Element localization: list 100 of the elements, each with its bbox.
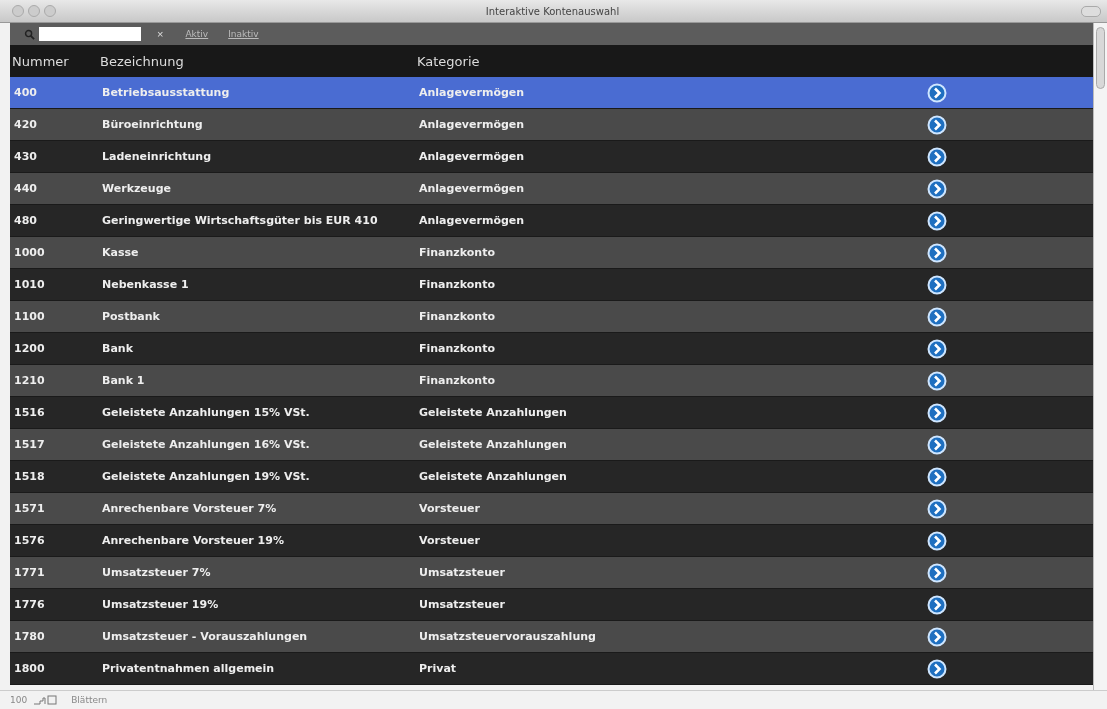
chevron-right-icon[interactable]: [927, 594, 947, 615]
account-name: Umsatzsteuer 19%: [102, 598, 220, 611]
chevron-right-icon[interactable]: [927, 466, 947, 487]
account-number: 420: [13, 118, 38, 131]
column-header[interactable]: Bezeichnung: [100, 53, 417, 69]
view-mode-icon[interactable]: [33, 695, 58, 705]
table-row[interactable]: 1780 Umsatzsteuer - Vorauszahlungen Umsatzsteuervorauszahlung: [10, 621, 1093, 653]
table-row[interactable]: 1776 Umsatzsteuer 19% Umsatzsteuer: [10, 589, 1093, 621]
account-name: Umsatzsteuer - Vorauszahlungen: [102, 630, 309, 643]
table-row[interactable]: 400 Betriebsausstattung Anlagevermögen: [10, 77, 1093, 109]
account-name: Ladeneinrichtung: [102, 150, 212, 163]
search-icon: [24, 28, 35, 40]
account-number: 1800: [13, 662, 46, 675]
account-category: Privat: [419, 662, 458, 675]
column-header[interactable]: Kategorie: [417, 53, 717, 69]
account-name: Werkzeuge: [102, 182, 172, 195]
window-title: Interaktive Kontenauswahl: [484, 5, 621, 17]
account-name: Geleistete Anzahlungen 19% VSt.: [102, 470, 311, 483]
account-category: Finanzkonto: [419, 310, 496, 323]
table-row[interactable]: 480 Geringwertige Wirtschaftsgüter bis EUR 410 Anlagevermögen: [10, 205, 1093, 237]
toolbar-toggle-button[interactable]: [1081, 5, 1101, 17]
account-category: Umsatzsteuervorauszahlung: [419, 630, 597, 643]
account-category: Geleistete Anzahlungen: [419, 470, 568, 483]
account-name: Büroeinrichtung: [102, 118, 204, 131]
table-row[interactable]: 1010 Nebenkasse 1 Finanzkonto: [10, 269, 1093, 301]
account-name: Bank 1: [102, 374, 146, 387]
table-row[interactable]: 1517 Geleistete Anzahlungen 16% VSt. Geleistete Anzahlungen: [10, 429, 1093, 461]
chevron-right-icon[interactable]: [927, 242, 947, 263]
table-row[interactable]: 1571 Anrechenbare Vorsteuer 7% Vorsteuer: [10, 493, 1093, 525]
account-category: Anlagevermögen: [419, 118, 526, 131]
account-name: Postbank: [102, 310, 161, 323]
chevron-right-icon[interactable]: [927, 498, 947, 519]
table-row[interactable]: 1200 Bank Finanzkonto: [10, 333, 1093, 365]
account-number: 400: [13, 86, 38, 99]
chevron-right-icon[interactable]: [927, 530, 947, 551]
column-header[interactable]: Nummer: [10, 53, 100, 69]
table-row[interactable]: 1771 Umsatzsteuer 7% Umsatzsteuer: [10, 557, 1093, 589]
account-number: 1518: [13, 470, 46, 483]
account-number: 1010: [13, 278, 46, 291]
table-row[interactable]: 420 Büroeinrichtung Anlagevermögen: [10, 109, 1093, 141]
account-number: 1576: [13, 534, 46, 547]
account-category: Anlagevermögen: [419, 86, 526, 99]
chevron-right-icon[interactable]: [927, 370, 947, 391]
account-number: 1210: [13, 374, 46, 387]
account-category: Finanzkonto: [419, 374, 496, 387]
chevron-right-icon[interactable]: [927, 210, 947, 231]
chevron-right-icon[interactable]: [927, 434, 947, 455]
filter-link[interactable]: Aktiv: [185, 29, 209, 39]
scrollbar[interactable]: [1093, 23, 1107, 690]
account-category: Anlagevermögen: [419, 214, 526, 227]
chevron-right-icon[interactable]: [927, 178, 947, 199]
account-name: Umsatzsteuer 7%: [102, 566, 212, 579]
chevron-right-icon[interactable]: [927, 402, 947, 423]
table-row[interactable]: 430 Ladeneinrichtung Anlagevermögen: [10, 141, 1093, 173]
filter-link[interactable]: Inaktiv: [228, 29, 259, 39]
chevron-right-icon[interactable]: [927, 626, 947, 647]
chevron-right-icon[interactable]: [927, 338, 947, 359]
account-number: 1516: [13, 406, 46, 419]
account-name: Anrechenbare Vorsteuer 19%: [102, 534, 285, 547]
table-row[interactable]: 1518 Geleistete Anzahlungen 19% VSt. Geleistete Anzahlungen: [10, 461, 1093, 493]
table-row[interactable]: 440 Werkzeuge Anlagevermögen: [10, 173, 1093, 205]
chevron-right-icon[interactable]: [927, 562, 947, 583]
account-number: 480: [13, 214, 38, 227]
chevron-right-icon[interactable]: [927, 274, 947, 295]
clear-button[interactable]: ×: [155, 28, 166, 40]
account-category: Vorsteuer: [419, 534, 481, 547]
account-category: Geleistete Anzahlungen: [419, 406, 568, 419]
account-name: Geleistete Anzahlungen 15% VSt.: [102, 406, 311, 419]
table-row[interactable]: 1210 Bank 1 Finanzkonto: [10, 365, 1093, 397]
account-name: Betriebsausstattung: [102, 86, 231, 99]
chevron-right-icon[interactable]: [927, 146, 947, 167]
table-row[interactable]: 1576 Anrechenbare Vorsteuer 19% Vorsteuer: [10, 525, 1093, 557]
account-category: Geleistete Anzahlungen: [419, 438, 568, 451]
account-number: 1776: [13, 598, 46, 611]
account-category: Finanzkonto: [419, 342, 496, 355]
search-field[interactable]: [39, 27, 141, 41]
account-name: Geringwertige Wirtschaftsgüter bis EUR 410: [102, 214, 379, 227]
account-name: Anrechenbare Vorsteuer 7%: [102, 502, 278, 515]
account-category: Umsatzsteuer: [419, 598, 506, 611]
account-number: 1771: [13, 566, 46, 579]
account-name: Privatentnahmen allgemein: [102, 662, 276, 675]
account-category: Anlagevermögen: [419, 182, 526, 195]
chevron-right-icon[interactable]: [927, 658, 947, 679]
account-name: Geleistete Anzahlungen 16% VSt.: [102, 438, 311, 451]
account-category: Vorsteuer: [419, 502, 481, 515]
account-number: 1200: [13, 342, 46, 355]
account-number: 430: [13, 150, 38, 163]
account-category: Finanzkonto: [419, 246, 496, 259]
chevron-right-icon[interactable]: [927, 114, 947, 135]
account-name: Nebenkasse 1: [102, 278, 190, 291]
table-row[interactable]: 1000 Kasse Finanzkonto: [10, 237, 1093, 269]
account-category: Anlagevermögen: [419, 150, 526, 163]
chevron-right-icon[interactable]: [927, 306, 947, 327]
account-number: 1100: [13, 310, 46, 323]
table-row[interactable]: 1800 Privatentnahmen allgemein Privat: [10, 653, 1093, 685]
account-number: 1780: [13, 630, 46, 643]
account-number: 1571: [13, 502, 46, 515]
table-row[interactable]: 1100 Postbank Finanzkonto: [10, 301, 1093, 333]
table-row[interactable]: 1516 Geleistete Anzahlungen 15% VSt. Geleistete Anzahlungen: [10, 397, 1093, 429]
account-category: Umsatzsteuer: [419, 566, 506, 579]
